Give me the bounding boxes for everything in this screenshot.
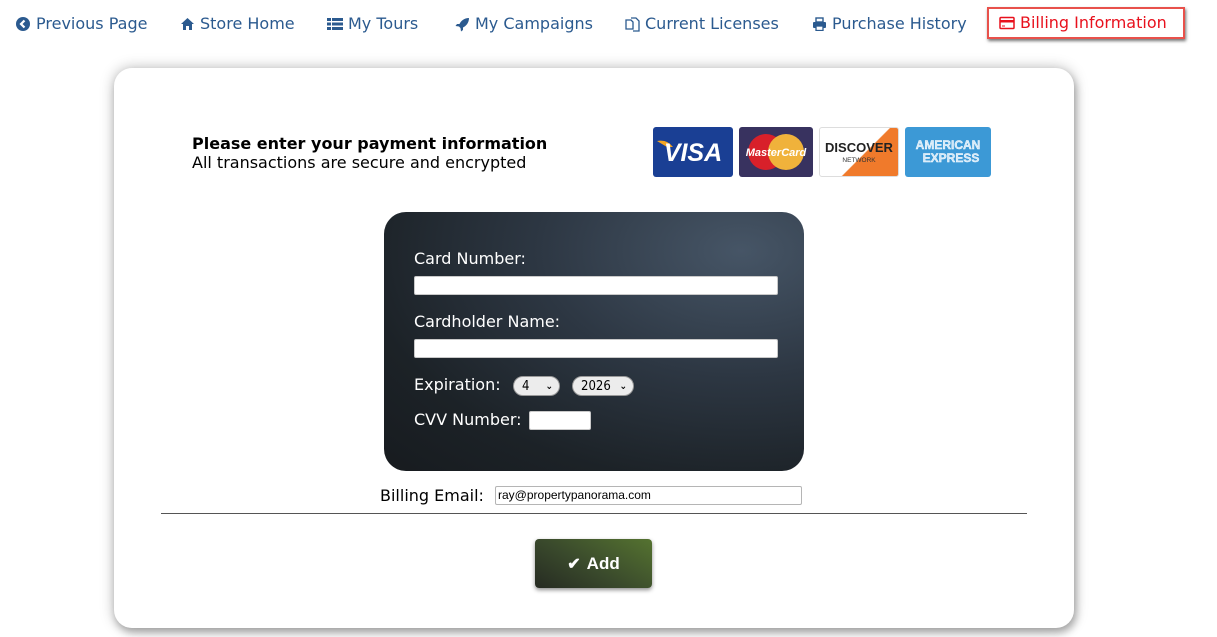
nav-label: Current Licenses <box>645 14 779 33</box>
nav-label: My Campaigns <box>475 14 593 33</box>
visa-text: VISA <box>664 139 722 167</box>
billing-email-input[interactable]: ray@propertypanorama.com <box>495 486 802 505</box>
nav-label: Previous Page <box>36 14 148 33</box>
intro-subtitle: All transactions are secure and encrypte… <box>192 153 527 172</box>
nav-current-licenses[interactable]: Current Licenses <box>624 13 779 35</box>
expiration-label: Expiration: <box>414 375 501 394</box>
amex-sub: EXPRESS <box>923 151 980 165</box>
nav-purchase-history[interactable]: Purchase History <box>811 13 967 35</box>
billing-panel: Please enter your payment information Al… <box>114 68 1074 628</box>
credit-card-form: Card Number: Cardholder Name: Expiration… <box>384 212 804 471</box>
chevron-down-icon: ⌄ <box>619 380 627 392</box>
intro-title: Please enter your payment information <box>192 134 548 153</box>
discover-logo: DISCOVER NETWORK <box>819 127 899 177</box>
amex-text: AMERICAN <box>916 138 981 152</box>
amex-logo: AMERICAN EXPRESS <box>905 127 991 177</box>
nav-label: My Tours <box>348 14 419 33</box>
exp-month-select[interactable]: 4 ⌄ <box>513 376 560 396</box>
mastercard-logo: MasterCard <box>739 127 813 177</box>
credit-card-icon <box>999 15 1015 31</box>
mastercard-text: MasterCard <box>746 147 807 159</box>
nav-my-tours[interactable]: My Tours <box>327 13 418 35</box>
card-number-label: Card Number: <box>414 249 526 268</box>
nav-billing-information[interactable]: Billing Information <box>987 7 1185 39</box>
nav-store-home[interactable]: Store Home <box>179 13 295 35</box>
print-icon <box>811 16 827 32</box>
add-button-label: Add <box>586 553 620 573</box>
card-number-input[interactable] <box>414 276 778 295</box>
list-icon <box>327 16 343 32</box>
rocket-icon <box>454 16 470 32</box>
copy-icon <box>624 16 640 32</box>
nav-previous-page[interactable]: Previous Page <box>15 13 147 35</box>
payment-intro: Please enter your payment information Al… <box>192 134 547 172</box>
chevron-down-icon: ⌄ <box>545 380 553 392</box>
nav-label: Purchase History <box>832 14 967 33</box>
discover-sub: NETWORK <box>842 157 876 164</box>
cvv-label: CVV Number: <box>414 410 522 429</box>
nav-label: Store Home <box>200 14 295 33</box>
cvv-input[interactable] <box>529 411 591 430</box>
accepted-cards: VISA MasterCard DISCOVER NETWORK AMERICA… <box>653 127 991 177</box>
exp-month-value: 4 <box>522 378 530 394</box>
check-icon: ✔ <box>567 555 581 573</box>
home-icon <box>179 16 195 32</box>
discover-text: DISCOVER <box>825 140 894 155</box>
visa-logo: VISA <box>653 127 733 177</box>
cardholder-name-label: Cardholder Name: <box>414 312 561 331</box>
nav-my-campaigns[interactable]: My Campaigns <box>454 13 593 35</box>
divider <box>161 513 1027 514</box>
exp-year-value: 2026 <box>581 378 611 394</box>
cardholder-name-input[interactable] <box>414 339 778 358</box>
exp-year-select[interactable]: 2026 ⌄ <box>572 376 634 396</box>
billing-email-label: Billing Email: <box>380 486 484 505</box>
nav-label: Billing Information <box>1020 13 1167 32</box>
add-button[interactable]: ✔ Add <box>535 539 652 588</box>
arrow-circle-left-icon <box>15 16 31 32</box>
top-nav: Previous Page Store Home My Tours My Cam… <box>0 0 1217 46</box>
